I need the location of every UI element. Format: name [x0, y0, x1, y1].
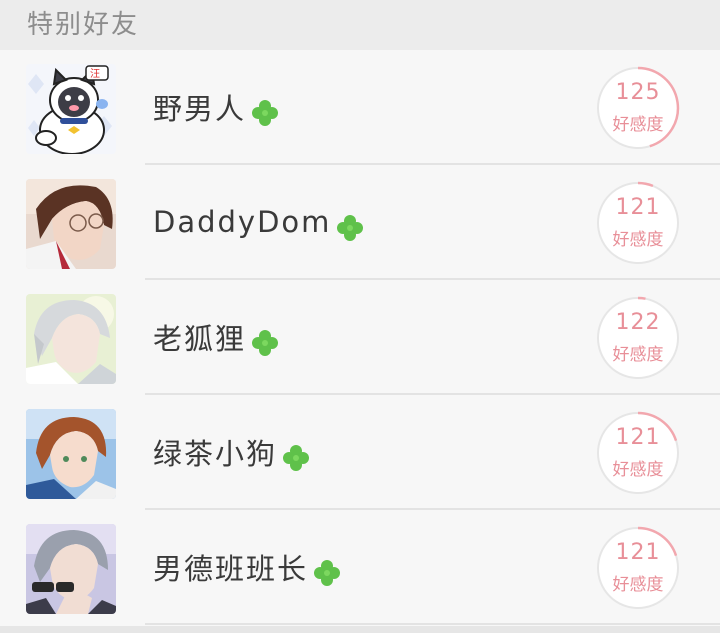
affinity-value: 121 — [615, 195, 661, 220]
friend-row[interactable]: DaddyDom 121 好感度 — [0, 165, 720, 280]
svg-text:汪: 汪 — [90, 68, 100, 80]
affinity-ring — [597, 526, 679, 609]
friend-avatar[interactable]: 汪 — [26, 64, 116, 154]
list-bottom-edge — [0, 626, 720, 633]
silver-hair-avatar-icon — [26, 294, 116, 384]
affinity-value: 125 — [615, 80, 661, 105]
section-title: 特别好友 — [27, 10, 140, 40]
friend-name: DaddyDom — [153, 205, 332, 239]
affinity-label: 好感度 — [612, 345, 664, 365]
friend-row[interactable]: 绿茶小狗 121 好感度 — [0, 395, 720, 510]
friend-avatar[interactable] — [26, 524, 116, 614]
clover-icon — [314, 560, 341, 586]
clover-icon — [252, 100, 279, 126]
friend-name: 男德班班长 — [153, 552, 309, 586]
affinity-ring — [597, 411, 679, 494]
affinity-label: 好感度 — [612, 460, 664, 480]
clover-icon — [252, 330, 279, 356]
friend-avatar[interactable] — [26, 179, 116, 269]
affinity-ring — [597, 296, 679, 379]
clover-icon — [283, 445, 310, 471]
affinity-badge: 125 好感度 — [596, 66, 680, 150]
affinity-label: 好感度 — [612, 115, 664, 135]
affinity-ring — [597, 66, 680, 149]
cartoon-husky-avatar-icon: 汪 — [26, 64, 116, 154]
friend-row[interactable]: 老狐狸 122 好感度 — [0, 280, 720, 395]
auburn-hair-avatar-icon — [26, 409, 116, 499]
friend-name-group: 野男人 — [153, 87, 280, 127]
affinity-ring — [597, 181, 679, 264]
gray-hair-sunglasses-avatar-icon — [26, 524, 116, 614]
friend-avatar[interactable] — [26, 409, 116, 499]
friend-name-group: DaddyDom — [153, 202, 365, 242]
friend-avatar[interactable] — [26, 294, 116, 384]
friend-row[interactable]: 男德班班长 121 好感度 — [0, 510, 720, 625]
brown-hair-glasses-avatar-icon — [26, 179, 116, 269]
friend-name-group: 绿茶小狗 — [153, 432, 311, 472]
friend-name: 绿茶小狗 — [153, 437, 278, 471]
clover-icon — [337, 215, 364, 241]
friend-list: 汪 野男人 125 好感度 DaddyDom 121 好感度 老狐狸 122 好… — [0, 50, 720, 628]
friend-name-group: 男德班班长 — [153, 547, 342, 587]
affinity-value: 121 — [615, 540, 661, 565]
affinity-badge: 121 好感度 — [596, 411, 680, 495]
affinity-value: 121 — [615, 425, 661, 450]
affinity-label: 好感度 — [612, 230, 664, 250]
row-divider — [145, 623, 720, 625]
section-header: 特别好友 — [0, 0, 720, 50]
affinity-badge: 121 好感度 — [596, 181, 680, 265]
affinity-badge: 122 好感度 — [596, 296, 680, 380]
friend-name-group: 老狐狸 — [153, 317, 280, 357]
affinity-value: 122 — [615, 310, 661, 335]
affinity-badge: 121 好感度 — [596, 526, 680, 610]
friend-name: 野男人 — [153, 92, 247, 126]
friend-row[interactable]: 汪 野男人 125 好感度 — [0, 50, 720, 165]
friend-name: 老狐狸 — [153, 322, 247, 356]
affinity-label: 好感度 — [612, 575, 664, 595]
